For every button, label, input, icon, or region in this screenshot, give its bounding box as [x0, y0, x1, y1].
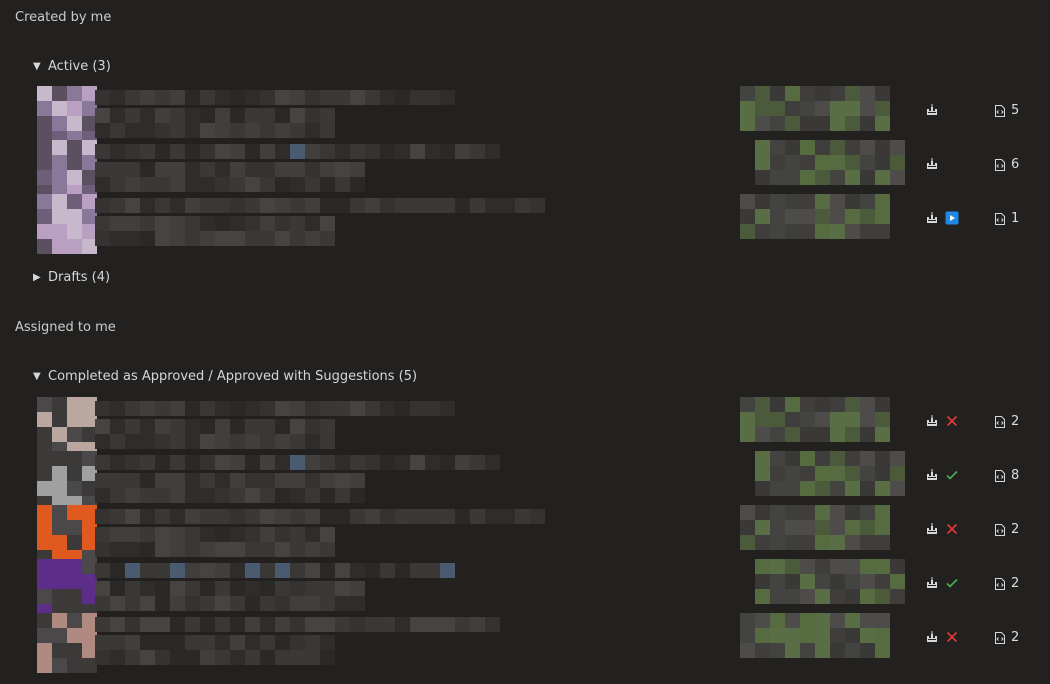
code-file-icon	[993, 469, 1007, 483]
reviewers-redacted	[755, 559, 905, 604]
pr-title-redacted	[95, 198, 545, 213]
pr-title-redacted	[95, 144, 500, 159]
pr-title-redacted	[95, 509, 545, 524]
build-pipeline-icon[interactable]	[925, 468, 939, 482]
code-file-icon	[993, 577, 1007, 591]
file-count-value: 8	[1011, 468, 1020, 483]
pr-subtitle-redacted	[95, 635, 335, 665]
play-icon	[945, 211, 959, 225]
author-avatar	[37, 86, 97, 146]
file-count-value: 2	[1011, 522, 1020, 537]
file-count[interactable]: 2	[993, 576, 1019, 591]
group-label-active: Active (3)	[48, 59, 111, 74]
check-icon	[945, 468, 959, 482]
pr-title-redacted	[95, 563, 455, 578]
x-icon	[945, 414, 959, 428]
file-count-value: 2	[1011, 630, 1020, 645]
file-count[interactable]: 6	[993, 157, 1019, 172]
caret-down-icon: ▼	[33, 371, 41, 382]
file-count-value: 5	[1011, 103, 1020, 118]
file-count[interactable]: 1	[993, 211, 1019, 226]
code-file-icon	[993, 523, 1007, 537]
build-pipeline-icon[interactable]	[925, 414, 939, 428]
pull-request-row[interactable]: 2	[0, 505, 1050, 565]
file-count-value: 6	[1011, 157, 1020, 172]
reviewers-redacted	[755, 140, 905, 185]
pr-status-icons	[925, 157, 939, 171]
pr-title-redacted	[95, 401, 455, 416]
pr-subtitle-redacted	[95, 108, 335, 138]
build-pipeline-icon[interactable]	[925, 630, 939, 644]
pr-status-icons	[925, 211, 959, 225]
caret-right-icon: ▶	[33, 272, 41, 283]
file-count[interactable]: 8	[993, 468, 1019, 483]
file-count[interactable]: 2	[993, 414, 1019, 429]
reviewers-redacted	[740, 397, 890, 442]
reviewers-redacted	[740, 613, 890, 658]
build-pipeline-icon[interactable]	[925, 157, 939, 171]
pr-title-redacted	[95, 90, 455, 105]
pr-title-redacted	[95, 455, 500, 470]
author-avatar	[37, 397, 97, 457]
pr-status-icons	[925, 630, 959, 644]
author-avatar	[37, 613, 97, 673]
build-pipeline-icon[interactable]	[925, 103, 939, 117]
pull-request-row[interactable]: 1	[0, 194, 1050, 254]
code-file-icon	[993, 631, 1007, 645]
author-avatar	[37, 559, 97, 619]
build-pipeline-icon[interactable]	[925, 522, 939, 536]
code-file-icon	[993, 212, 1007, 226]
author-avatar	[37, 140, 97, 200]
pr-subtitle-redacted	[95, 162, 365, 192]
section-title-assigned: Assigned to me	[15, 320, 116, 335]
code-file-icon	[993, 104, 1007, 118]
pr-status-icons	[925, 522, 959, 536]
file-count[interactable]: 2	[993, 630, 1019, 645]
pull-request-row[interactable]: 2	[0, 559, 1050, 619]
file-count[interactable]: 2	[993, 522, 1019, 537]
build-pipeline-icon[interactable]	[925, 211, 939, 225]
pr-subtitle-redacted	[95, 527, 335, 557]
file-count-value: 2	[1011, 576, 1020, 591]
pull-request-row[interactable]: 2	[0, 397, 1050, 457]
pull-request-row[interactable]: 8	[0, 451, 1050, 511]
group-label-drafts: Drafts (4)	[48, 270, 111, 285]
author-avatar	[37, 451, 97, 511]
group-toggle-completed[interactable]: ▼ Completed as Approved / Approved with …	[33, 369, 417, 384]
caret-down-icon: ▼	[33, 61, 41, 72]
group-toggle-active[interactable]: ▼ Active (3)	[33, 59, 111, 74]
group-toggle-drafts[interactable]: ▶ Drafts (4)	[33, 270, 110, 285]
reviewers-redacted	[740, 194, 890, 239]
code-file-icon	[993, 158, 1007, 172]
reviewers-redacted	[740, 505, 890, 550]
pr-status-icons	[925, 468, 959, 482]
author-avatar	[37, 194, 97, 254]
group-label-completed: Completed as Approved / Approved with Su…	[48, 369, 418, 384]
pr-subtitle-redacted	[95, 581, 365, 611]
pull-request-row[interactable]: 5	[0, 86, 1050, 146]
file-count-value: 1	[1011, 211, 1020, 226]
pr-subtitle-redacted	[95, 473, 365, 503]
pr-subtitle-redacted	[95, 216, 335, 246]
author-avatar	[37, 505, 97, 565]
pr-subtitle-redacted	[95, 419, 335, 449]
code-file-icon	[993, 415, 1007, 429]
x-icon	[945, 522, 959, 536]
build-pipeline-icon[interactable]	[925, 576, 939, 590]
check-icon	[945, 576, 959, 590]
x-icon	[945, 630, 959, 644]
pr-status-icons	[925, 414, 959, 428]
reviewers-redacted	[740, 86, 890, 131]
file-count[interactable]: 5	[993, 103, 1019, 118]
pr-status-icons	[925, 103, 939, 117]
section-title-created: Created by me	[15, 10, 112, 25]
pull-request-row[interactable]: 6	[0, 140, 1050, 200]
reviewers-redacted	[755, 451, 905, 496]
file-count-value: 2	[1011, 414, 1020, 429]
pr-title-redacted	[95, 617, 500, 632]
pr-status-icons	[925, 576, 959, 590]
pull-request-row[interactable]: 2	[0, 613, 1050, 673]
